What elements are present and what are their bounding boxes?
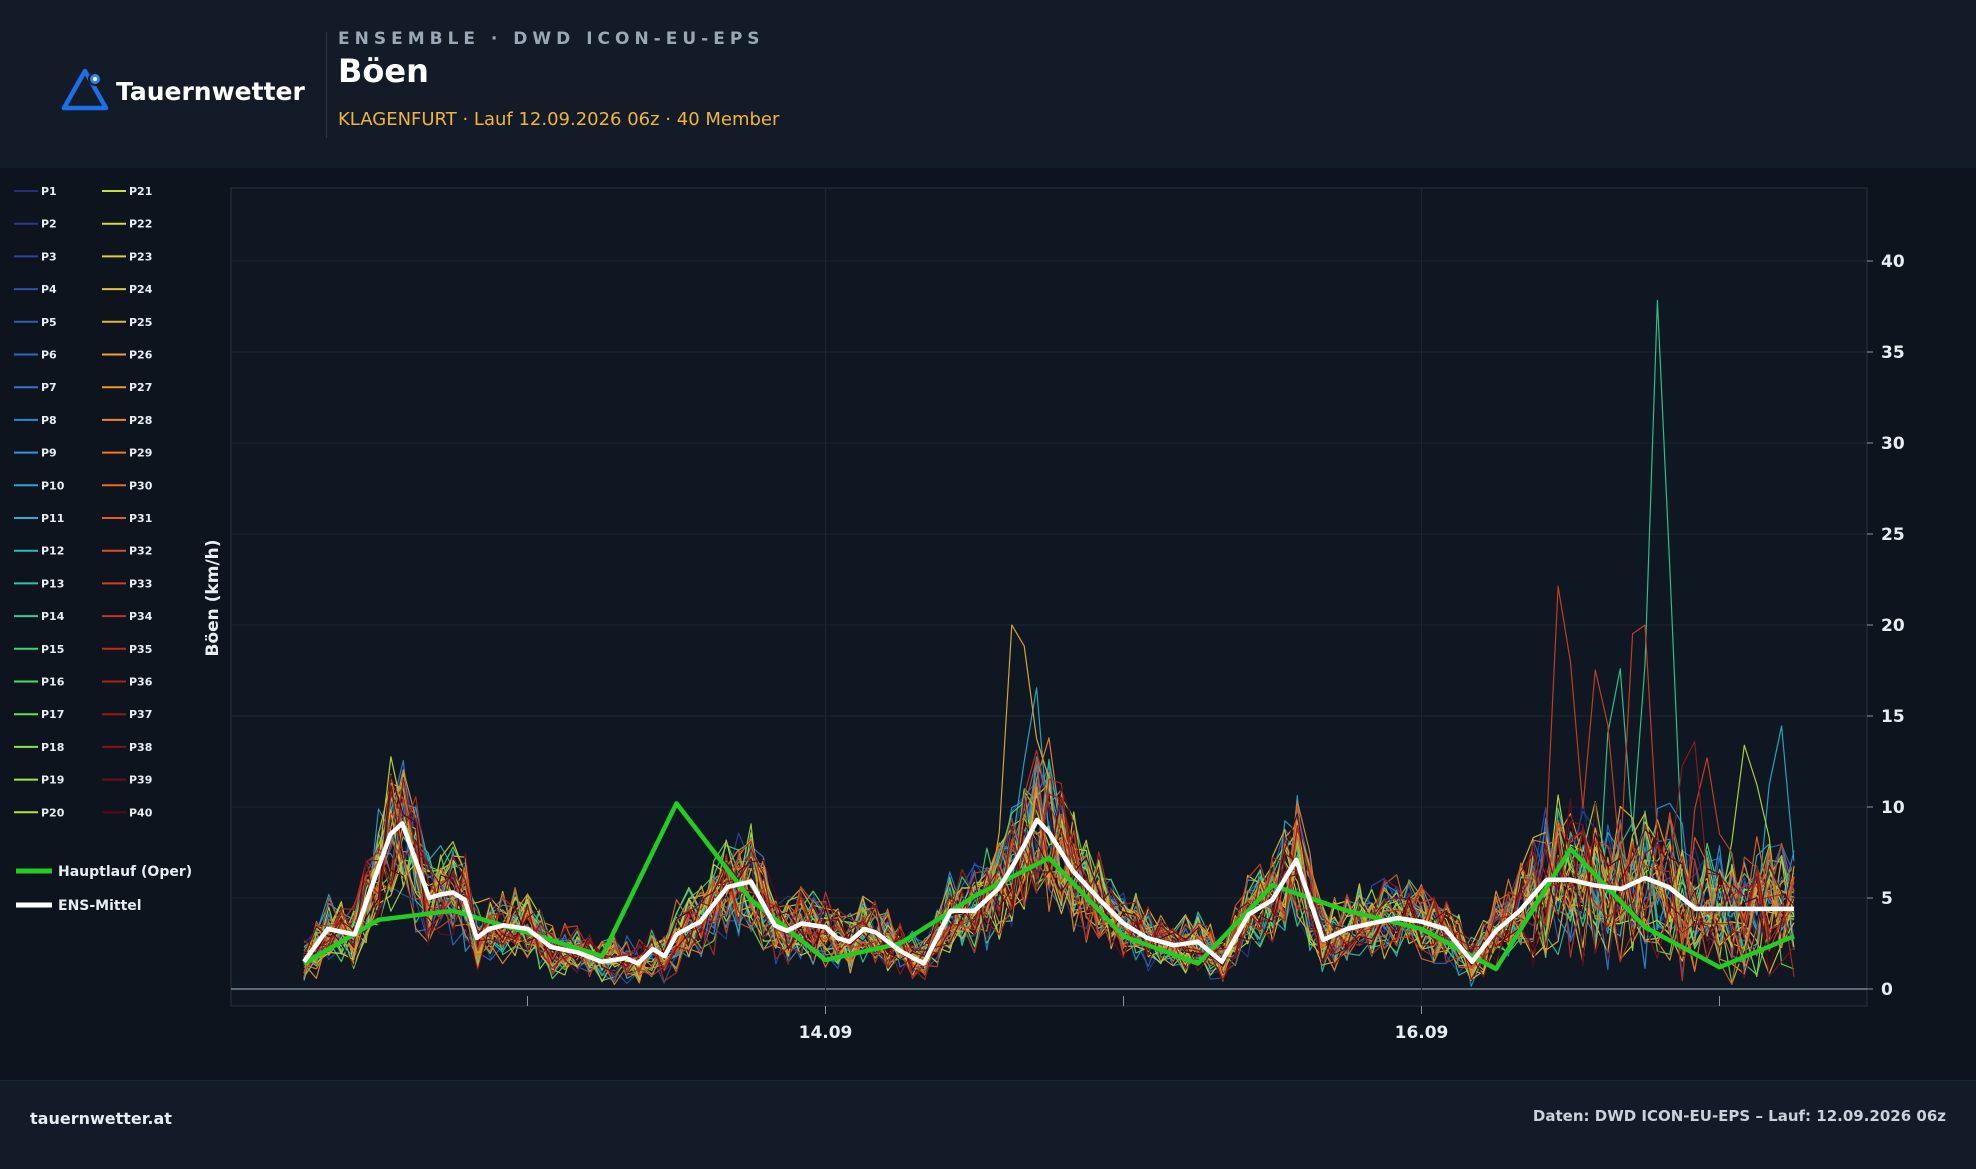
legend-label: P27 <box>129 381 152 394</box>
triangle-logo-icon <box>60 66 110 116</box>
legend-label: P39 <box>129 774 152 787</box>
header-bar: Tauernwetter ENSEMBLE · DWD ICON-EU-EPS … <box>0 0 1976 168</box>
legend-label: P1 <box>41 185 57 198</box>
legend-label: P37 <box>129 708 152 721</box>
legend-label: P25 <box>129 316 152 329</box>
legend-label: P11 <box>41 512 64 525</box>
y-axis-label: Böen (km/h) <box>203 539 223 656</box>
y-tick-label: 40 <box>1881 252 1905 272</box>
legend-label: P34 <box>129 610 153 623</box>
footer-source: Daten: DWD ICON-EU-EPS – Lauf: 12.09.202… <box>1532 1107 1946 1125</box>
legend: P1 P2 P3 P4 P5 P6 P7 P8 P9 P10 P11 P12 P13 P14 P15 P16 P… <box>14 185 192 914</box>
legend-label: P40 <box>129 806 153 819</box>
ensemble-chart: 051015202530354014.09 16.09Böen (km/h)P1P… <box>14 185 1905 1043</box>
y-tick-label: 0 <box>1881 980 1893 1000</box>
legend-label: P8 <box>41 414 57 427</box>
legend-label: P17 <box>41 708 64 721</box>
y-tick-label: 5 <box>1881 889 1893 909</box>
legend-label: P19 <box>41 774 64 787</box>
legend-label: P22 <box>129 218 152 231</box>
legend-label: P33 <box>129 577 152 590</box>
y-tick-label: 30 <box>1881 434 1905 454</box>
y-tick-label: 25 <box>1881 525 1905 545</box>
footer-bar: tauernwetter.at Daten: DWD ICON-EU-EPS –… <box>0 1080 1976 1169</box>
legend-label: P30 <box>129 479 153 492</box>
footer-site-link[interactable]: tauernwetter.at <box>30 1109 172 1128</box>
y-tick-label: 35 <box>1881 343 1905 363</box>
legend-label: P15 <box>41 643 64 656</box>
legend-label: P36 <box>129 676 153 689</box>
y-tick-label: 20 <box>1881 616 1905 636</box>
legend-label: P3 <box>41 250 57 263</box>
legend-label: P28 <box>129 414 152 427</box>
page-title: Böen <box>338 52 429 90</box>
y-tick-label: 10 <box>1881 798 1905 818</box>
legend-label: P2 <box>41 218 57 231</box>
legend-label: P5 <box>41 316 57 329</box>
legend-label: P18 <box>41 741 64 754</box>
legend-label: P23 <box>129 250 152 263</box>
legend-label: P21 <box>129 185 152 198</box>
legend-label: P31 <box>129 512 152 525</box>
legend-label: P26 <box>129 349 153 362</box>
legend-label: P24 <box>129 283 153 296</box>
legend-label: P32 <box>129 545 152 558</box>
legend-label: P14 <box>41 610 65 623</box>
legend-label: P4 <box>41 283 57 296</box>
legend-label: P9 <box>41 447 57 460</box>
legend-label: P29 <box>129 447 152 460</box>
legend-label: P7 <box>41 381 57 394</box>
run-subtitle: KLAGENFURT · Lauf 12.09.2026 06z · 40 Me… <box>338 109 780 130</box>
legend-label: P38 <box>129 741 152 754</box>
legend-label: P12 <box>41 545 64 558</box>
legend-label: P20 <box>41 806 65 819</box>
header-divider <box>326 32 327 138</box>
brand-logo[interactable]: Tauernwetter <box>60 66 305 116</box>
legend-label: P10 <box>41 479 65 492</box>
legend-oper-label: Hauptlauf (Oper) <box>58 864 192 880</box>
legend-label: P6 <box>41 349 57 362</box>
x-tick-label: 14.09 <box>799 1023 853 1043</box>
legend-label: P16 <box>41 676 65 689</box>
legend-label: P35 <box>129 643 152 656</box>
x-tick-label: 16.09 <box>1395 1023 1449 1043</box>
legend-label: P13 <box>41 577 64 590</box>
brand-name: Tauernwetter <box>116 76 305 106</box>
ensemble-kicker: ENSEMBLE · DWD ICON-EU-EPS <box>338 29 765 49</box>
y-tick-label: 15 <box>1881 707 1905 727</box>
legend-mean-label: ENS-Mittel <box>58 898 142 914</box>
